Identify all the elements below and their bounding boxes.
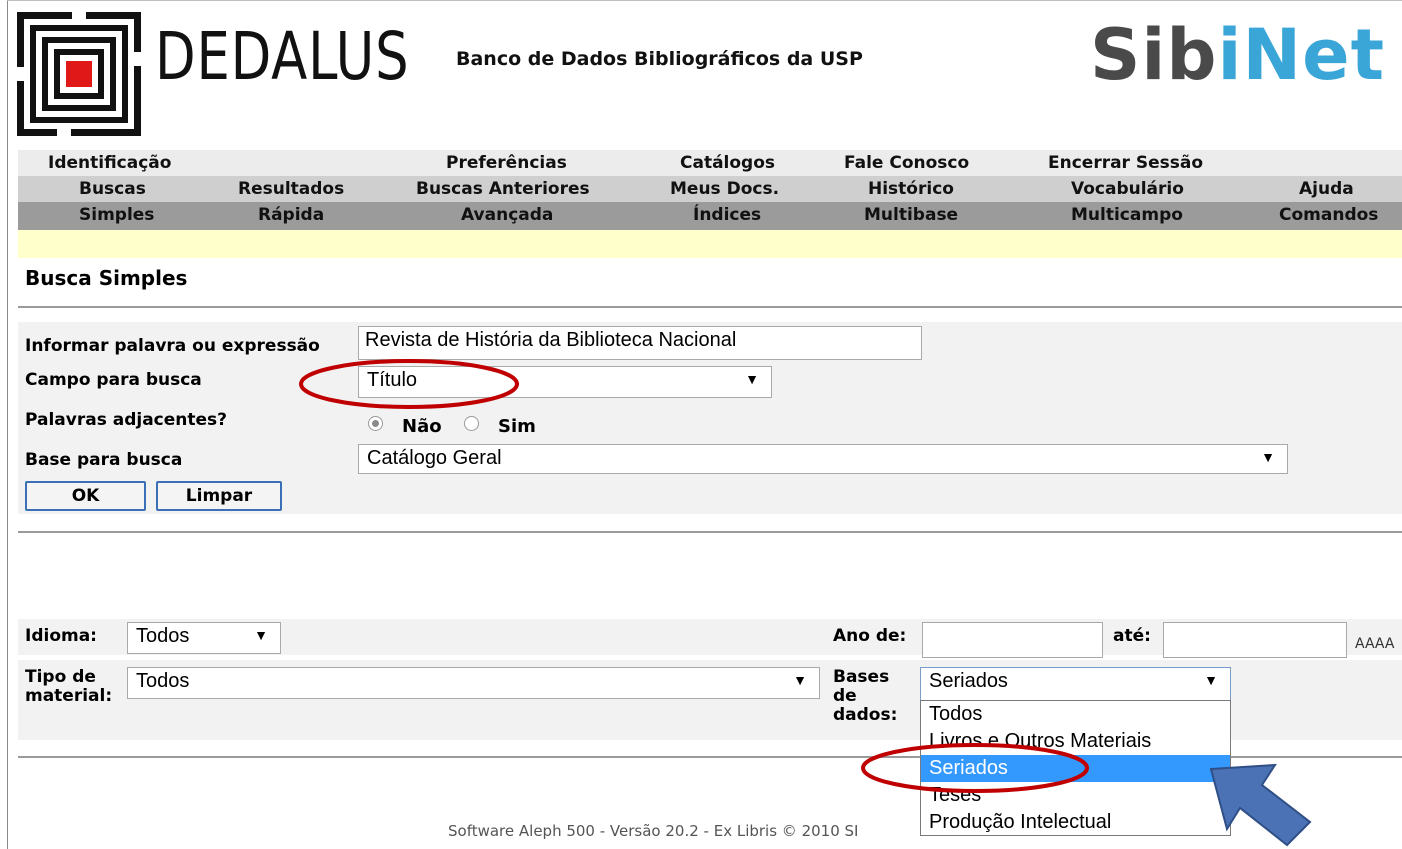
- field-label: Campo para busca: [25, 370, 202, 390]
- menu-rapida[interactable]: Rápida: [258, 202, 324, 228]
- menu-vocabulario[interactable]: Vocabulário: [1071, 176, 1184, 202]
- databases-label-line3: dados:: [833, 705, 898, 725]
- chevron-down-icon: ▼: [793, 672, 807, 688]
- adjacent-yes-label: Sim: [498, 416, 536, 437]
- databases-option[interactable]: Produção Intelectual: [921, 809, 1230, 836]
- page-title: Busca Simples: [25, 266, 188, 290]
- sibinet-logo-part2: iNet: [1217, 14, 1386, 96]
- language-select[interactable]: Todos ▼: [127, 622, 281, 654]
- sibinet-logo-part1: Sib: [1090, 14, 1218, 96]
- divider: [18, 306, 1402, 308]
- brand-subtitle: Banco de Dados Bibliográficos da USP: [456, 48, 863, 70]
- menu-buscas[interactable]: Buscas: [79, 176, 146, 202]
- menu-identificacao[interactable]: Identificação: [48, 150, 171, 176]
- base-select-value: Catálogo Geral: [367, 447, 502, 469]
- material-select[interactable]: Todos ▼: [127, 667, 820, 699]
- year-from-input[interactable]: [922, 622, 1103, 658]
- databases-label-line1: Bases: [833, 667, 890, 687]
- material-label: Tipo de material:: [25, 668, 112, 706]
- databases-label-line2: de: [833, 686, 857, 706]
- menu-buscas-anteriores[interactable]: Buscas Anteriores: [416, 176, 590, 202]
- term-input[interactable]: Revista de História da Biblioteca Nacion…: [358, 326, 922, 360]
- notice-bar: [18, 230, 1402, 258]
- menu-indices[interactable]: Índices: [693, 202, 761, 228]
- language-label: Idioma:: [25, 626, 97, 646]
- databases-option[interactable]: Todos: [921, 701, 1230, 728]
- databases-option[interactable]: Livros e Outros Materiais: [921, 728, 1230, 755]
- menu-encerrar-sessao[interactable]: Encerrar Sessão: [1048, 150, 1203, 176]
- divider: [18, 531, 1402, 533]
- menu-comandos[interactable]: Comandos: [1279, 202, 1378, 228]
- menu-avancada[interactable]: Avançada: [461, 202, 553, 228]
- year-format-hint: AAAA: [1355, 636, 1395, 652]
- material-select-value: Todos: [136, 670, 190, 692]
- field-select-value: Título: [367, 369, 418, 391]
- clear-button[interactable]: Limpar: [156, 481, 282, 511]
- year-from-label: Ano de:: [833, 626, 907, 646]
- sibinet-logo: SibiNet: [1090, 10, 1385, 100]
- base-label: Base para busca: [25, 450, 183, 470]
- field-select[interactable]: Título ▼: [358, 366, 772, 398]
- menu-historico[interactable]: Histórico: [868, 176, 954, 202]
- menu-row-1: Identificação Preferências Catálogos Fal…: [18, 150, 1402, 176]
- databases-dropdown-list: Todos Livros e Outros Materiais Seriados…: [920, 700, 1231, 836]
- databases-select[interactable]: Seriados ▼: [920, 667, 1231, 701]
- menu-preferencias[interactable]: Preferências: [446, 150, 567, 176]
- menu-catalogos[interactable]: Catálogos: [680, 150, 775, 176]
- material-label-line2: material:: [25, 686, 113, 706]
- menu-ajuda[interactable]: Ajuda: [1299, 176, 1354, 202]
- chevron-down-icon: ▼: [1261, 449, 1275, 465]
- material-label-line1: Tipo de: [25, 667, 96, 687]
- menu-resultados[interactable]: Resultados: [238, 176, 344, 202]
- language-select-value: Todos: [136, 625, 190, 647]
- ok-button[interactable]: OK: [25, 481, 146, 511]
- base-select[interactable]: Catálogo Geral ▼: [358, 444, 1288, 474]
- databases-label: Bases de dados:: [833, 668, 897, 725]
- menu-fale-conosco[interactable]: Fale Conosco: [844, 150, 969, 176]
- databases-option[interactable]: Teses: [921, 782, 1230, 809]
- chevron-down-icon: ▼: [745, 371, 759, 387]
- chevron-down-icon: ▼: [254, 627, 268, 643]
- adjacent-no-radio[interactable]: [368, 416, 383, 431]
- year-to-label: até:: [1113, 626, 1151, 646]
- databases-select-value: Seriados: [929, 670, 1008, 692]
- brand-title: DEDALUS: [155, 18, 410, 95]
- adjacent-no-label: Não: [402, 416, 442, 437]
- menu-simples[interactable]: Simples: [79, 202, 154, 228]
- menu-row-2: Buscas Resultados Buscas Anteriores Meus…: [18, 176, 1402, 202]
- window-left-border: [7, 0, 8, 849]
- menu-multicampo[interactable]: Multicampo: [1071, 202, 1183, 228]
- adjacent-yes-radio[interactable]: [464, 416, 479, 431]
- term-label: Informar palavra ou expressão: [25, 336, 320, 356]
- dedalus-logo-icon: [17, 12, 141, 136]
- adjacent-label: Palavras adjacentes?: [25, 410, 228, 430]
- databases-option-selected[interactable]: Seriados: [921, 755, 1230, 782]
- year-to-input[interactable]: [1163, 622, 1347, 658]
- menu-meus-docs[interactable]: Meus Docs.: [670, 176, 779, 202]
- menu-row-3: Simples Rápida Avançada Índices Multibas…: [18, 202, 1402, 230]
- menu-multibase[interactable]: Multibase: [864, 202, 958, 228]
- footer-text: Software Aleph 500 - Versão 20.2 - Ex Li…: [448, 822, 859, 840]
- chevron-down-icon: ▼: [1204, 672, 1218, 688]
- window-top-border: [7, 0, 1402, 1]
